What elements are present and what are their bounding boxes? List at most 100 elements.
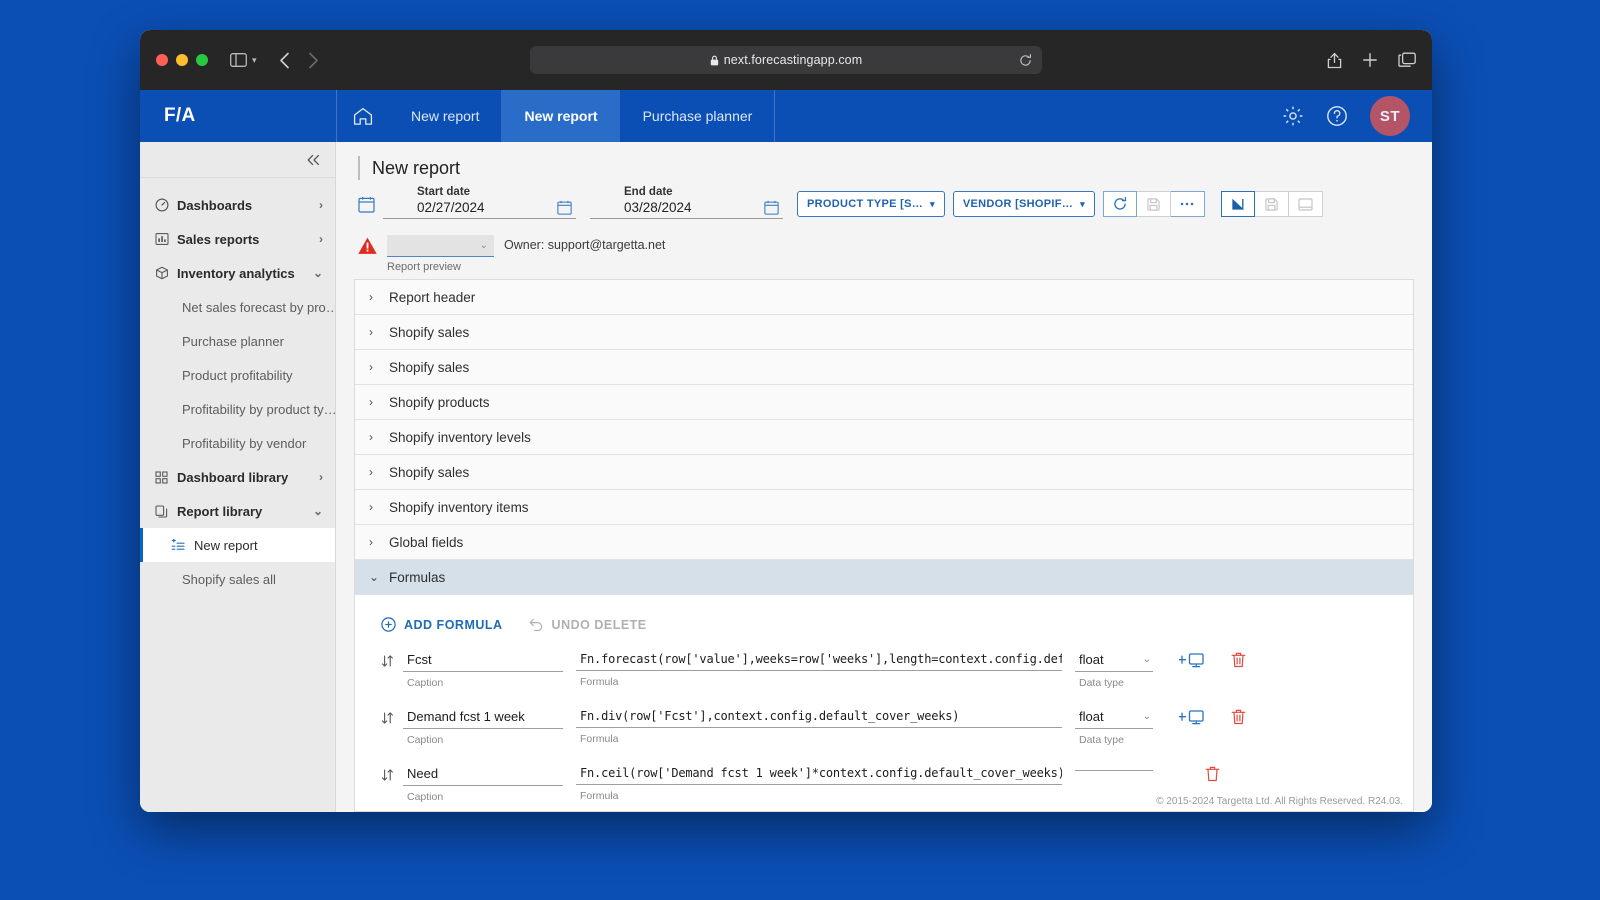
chevron-right-icon: › <box>369 535 379 549</box>
filter-vendor[interactable]: VENDOR [SHOPIF… ▾ <box>953 191 1095 217</box>
end-date-field: End date 03/28/2024 <box>590 186 783 219</box>
formula-expression-label: Formula <box>576 733 1062 745</box>
sidebar-item-shopify-sales-all[interactable]: Shopify sales all <box>140 562 335 596</box>
formula-caption-value[interactable]: Fcst <box>403 650 563 672</box>
add-formula-button[interactable]: ADD FORMULA <box>381 617 503 632</box>
add-to-display-icon[interactable] <box>1179 652 1205 668</box>
section-shopify-sales-1[interactable]: › Shopify sales <box>355 315 1413 350</box>
chart-view-button[interactable] <box>1221 191 1255 217</box>
share-icon[interactable] <box>1327 51 1342 69</box>
sidebar-item-sales-reports[interactable]: Sales reports › <box>140 222 335 256</box>
calendar-icon[interactable] <box>764 200 779 215</box>
filter-product-type-label: PRODUCT TYPE [S… <box>807 198 923 210</box>
maximize-window-button[interactable] <box>196 54 208 66</box>
formula-caption-value[interactable]: Need <box>403 764 563 786</box>
sidebar-item-profitability-by-product-type[interactable]: Profitability by product ty… <box>140 392 335 426</box>
bar-chart-icon <box>154 232 169 246</box>
gear-icon[interactable] <box>1282 105 1304 127</box>
formula-expression-value[interactable]: Fn.div(row['Fcst'],context.config.defaul… <box>576 707 1062 728</box>
trash-icon[interactable] <box>1205 766 1220 782</box>
home-tab[interactable] <box>336 90 388 142</box>
formula-datatype-select[interactable]: float ⌄ <box>1075 707 1153 729</box>
formula-expression-label: Formula <box>576 790 1062 802</box>
more-options-button[interactable] <box>1171 191 1205 217</box>
section-report-header[interactable]: › Report header <box>355 280 1413 315</box>
report-toolbar: Start date 02/27/2024 End date <box>336 184 1432 219</box>
browser-window: ▾ next.forecastingapp.com <box>140 30 1432 812</box>
sidebar-label-inventory-analytics: Inventory analytics <box>177 266 305 281</box>
section-shopify-products[interactable]: › Shopify products <box>355 385 1413 420</box>
formula-expression-value[interactable]: Fn.forecast(row['value'],weeks=row['week… <box>576 650 1062 671</box>
start-date-input[interactable]: 02/27/2024 <box>383 200 576 219</box>
reload-icon[interactable] <box>1019 54 1032 67</box>
tab-overview-icon[interactable] <box>1398 52 1416 68</box>
sidebar-item-profitability-by-vendor[interactable]: Profitability by vendor <box>140 426 335 460</box>
tab-new-report-1[interactable]: New report <box>388 90 501 142</box>
address-bar[interactable]: next.forecastingapp.com <box>530 46 1042 74</box>
sidebar-item-new-report[interactable]: New report <box>140 528 335 562</box>
minimize-window-button[interactable] <box>176 54 188 66</box>
chevron-right-icon: › <box>319 198 323 212</box>
formula-row: Fcst Caption Fn.forecast(row['value'],we… <box>355 632 1413 689</box>
add-to-display-icon[interactable] <box>1179 709 1205 725</box>
back-arrow-icon[interactable] <box>279 52 290 69</box>
section-global-fields[interactable]: › Global fields <box>355 525 1413 560</box>
section-shopify-sales-3[interactable]: › Shopify sales <box>355 455 1413 490</box>
plus-icon[interactable] <box>1362 52 1378 68</box>
box-icon <box>154 266 169 280</box>
section-shopify-inventory-levels[interactable]: › Shopify inventory levels <box>355 420 1413 455</box>
section-label: Shopify sales <box>389 360 469 375</box>
sidebar-item-net-sales-forecast[interactable]: Net sales forecast by pro… <box>140 290 335 324</box>
undo-delete-label: UNDO DELETE <box>552 618 647 632</box>
section-shopify-inventory-items[interactable]: › Shopify inventory items <box>355 490 1413 525</box>
undo-arrow-icon <box>529 618 544 631</box>
trash-icon[interactable] <box>1231 709 1246 725</box>
tab-new-report-2[interactable]: New report <box>501 90 619 142</box>
calendar-icon[interactable] <box>557 200 572 215</box>
sort-updown-icon[interactable] <box>381 707 403 725</box>
brand-logo[interactable]: F/A <box>140 90 336 142</box>
formula-datatype-field: float ⌄ Data type <box>1075 650 1153 689</box>
calendar-icon[interactable] <box>358 196 375 213</box>
end-date-input[interactable]: 03/28/2024 <box>590 200 783 219</box>
sidebar-item-product-profitability[interactable]: Product profitability <box>140 358 335 392</box>
tab-purchase-planner[interactable]: Purchase planner <box>620 90 776 142</box>
sidebar-item-report-library[interactable]: Report library ⌄ <box>140 494 335 528</box>
start-date-field: Start date 02/27/2024 <box>383 186 576 219</box>
refresh-button[interactable] <box>1103 191 1137 217</box>
section-shopify-sales-2[interactable]: › Shopify sales <box>355 350 1413 385</box>
avatar[interactable]: ST <box>1370 96 1410 136</box>
close-window-button[interactable] <box>156 54 168 66</box>
chevron-right-icon: › <box>369 360 379 374</box>
formula-caption-field: Need Caption <box>403 764 563 803</box>
start-date-label: Start date <box>383 186 576 198</box>
trash-icon[interactable] <box>1231 652 1246 668</box>
sidebar-label-report-library: Report library <box>177 504 305 519</box>
sidebar-item-dashboards[interactable]: Dashboards › <box>140 188 335 222</box>
formula-actions: ADD FORMULA UNDO DELETE <box>355 595 1413 632</box>
sidebar-item-inventory-analytics[interactable]: Inventory analytics ⌄ <box>140 256 335 290</box>
sort-updown-icon[interactable] <box>381 650 403 668</box>
sidebar-nav: Dashboards › Sales reports › <box>140 178 335 596</box>
question-circle-icon[interactable] <box>1326 105 1348 127</box>
formula-row: Need Caption Fn.ceil(row['Demand fcst 1 … <box>355 746 1413 803</box>
formula-caption-value[interactable]: Demand fcst 1 week <box>403 707 563 729</box>
filter-vendor-label: VENDOR [SHOPIF… <box>963 198 1073 210</box>
filter-product-type[interactable]: PRODUCT TYPE [S… ▾ <box>797 191 945 217</box>
formula-datatype-select[interactable] <box>1075 764 1153 771</box>
sidebar-item-purchase-planner[interactable]: Purchase planner <box>140 324 335 358</box>
chevron-down-icon: ⌄ <box>369 570 379 584</box>
report-preview-select[interactable]: ⌄ <box>387 235 494 257</box>
formula-expression-value[interactable]: Fn.ceil(row['Demand fcst 1 week']*contex… <box>576 764 1062 785</box>
sidebar-item-dashboard-library[interactable]: Dashboard library › <box>140 460 335 494</box>
sidebar-collapse-button[interactable] <box>140 142 335 178</box>
report-sections: › Report header › Shopify sales › Shopif… <box>354 279 1414 595</box>
sort-updown-icon[interactable] <box>381 764 403 782</box>
formula-datatype-select[interactable]: float ⌄ <box>1075 650 1153 672</box>
chevron-down-icon: ⌄ <box>313 266 323 280</box>
section-formulas[interactable]: ⌄ Formulas <box>355 560 1413 595</box>
chevron-right-icon: › <box>369 395 379 409</box>
formula-datatype-value: float <box>1079 709 1104 724</box>
chevron-down-icon: ⌄ <box>1143 654 1151 665</box>
sidebar-toggle-icon[interactable]: ▾ <box>230 53 257 67</box>
